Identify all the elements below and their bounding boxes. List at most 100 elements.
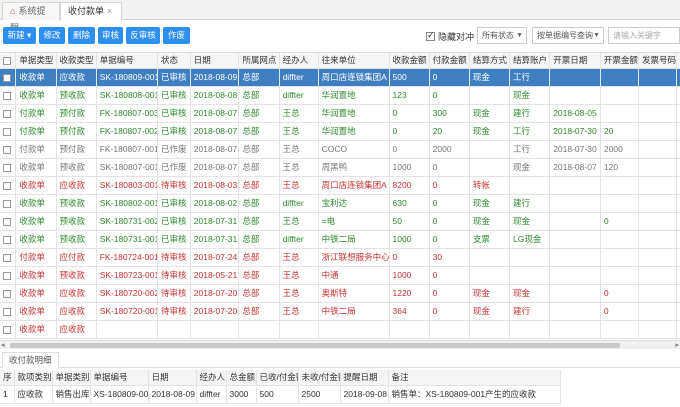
tab-receipt-payment[interactable]: 收付款单 × (60, 2, 122, 21)
table-row[interactable]: 付款单 应付款 FK-180724-001 待审核 2018-07-24 总部 王总 浙江联想… (0, 248, 680, 267)
row-checkbox[interactable] (3, 289, 11, 298)
close-icon[interactable]: × (107, 6, 112, 16)
row-checkbox[interactable] (3, 217, 11, 226)
row-select-cell[interactable] (0, 284, 17, 303)
row-select-cell[interactable] (0, 248, 17, 267)
table-row[interactable]: 收款单 预收款 SK-180731-002 已审核 2018-07-31 总部 王总 =电 50… (0, 212, 680, 231)
column-header[interactable]: 单据类型 (15, 53, 57, 69)
detail-column-header[interactable]: 款项类别 (14, 370, 53, 386)
detail-column-header[interactable]: 已收/付金额 (256, 370, 299, 386)
table-cell: 500 (389, 68, 430, 87)
table-row[interactable]: 收款单 预收款 SK-180731-001 已审核 2018-07-31 总部 diffte… (0, 230, 680, 249)
row-checkbox[interactable] (3, 325, 11, 334)
row-checkbox[interactable] (3, 253, 11, 262)
row-checkbox[interactable] (3, 199, 11, 208)
select-all-checkbox[interactable] (3, 57, 11, 65)
scroll-right-icon[interactable]: ▸ (675, 341, 679, 349)
row-select-cell[interactable] (0, 194, 17, 213)
table-row[interactable]: 收款单 应收款 SK-180720-002 待审核 2018-07-20 总部 王总 奥斯特 1… (0, 284, 680, 303)
scroll-left-icon[interactable]: ◂ (1, 341, 5, 349)
row-select-cell[interactable] (0, 230, 17, 249)
table-row[interactable]: 付款单 预付款 FK-180807-001 已作废 2018-08-07 总部 王总 COCO… (0, 140, 680, 159)
row-select-cell[interactable] (0, 104, 17, 123)
column-header[interactable]: 经办人 (279, 53, 319, 69)
detail-column-header[interactable]: 未收/付金额 (298, 370, 341, 386)
table-cell (638, 248, 678, 267)
row-select-cell[interactable] (0, 176, 17, 195)
table-row[interactable]: 收款单 预收款 SK-180723-001 待审核 2018-05-21 总部 王总 中通 10… (0, 266, 680, 285)
detail-column-header[interactable]: 总金额 (226, 370, 257, 386)
table-row[interactable]: 付款单 预付款 FK-180807-003 已审核 2018-08-07 总部 王总 华润置地… (0, 104, 680, 123)
column-header[interactable]: 收款类型 (56, 53, 97, 69)
detail-column-header[interactable]: 提醒日期 (340, 370, 389, 386)
column-header[interactable]: 收款金额 (389, 53, 430, 69)
row-select-cell[interactable] (0, 158, 17, 177)
table-cell: SK-180809-001 (96, 68, 159, 87)
column-header[interactable]: 状态 (157, 53, 191, 69)
row-select-cell[interactable] (0, 212, 17, 231)
row-checkbox[interactable] (3, 127, 11, 136)
column-header[interactable]: 付款金额 (429, 53, 470, 69)
select-all-cell[interactable] (0, 53, 17, 69)
table-cell: 付款单 (15, 248, 57, 267)
row-checkbox[interactable] (3, 181, 11, 190)
detail-column-header[interactable]: 单据编号 (90, 370, 149, 386)
row-select-cell[interactable] (0, 140, 17, 159)
table-row[interactable]: 收款单 应收款 SK-180720-001 待审核 2018-07-20 总部 王总 中铁二局… (0, 302, 680, 321)
column-header[interactable]: 往来单位 (318, 53, 390, 69)
edit-button[interactable]: 修改 (39, 27, 65, 44)
column-header[interactable]: 结算方式 (469, 53, 511, 69)
delete-button[interactable]: 删除 (68, 27, 95, 44)
query-mode-select[interactable]: 按单据编号查询 ▼ (532, 27, 604, 44)
column-header[interactable]: 所属网点 (238, 53, 280, 69)
horizontal-scrollbar[interactable]: ◂ ▸ (0, 340, 680, 349)
column-header[interactable]: 开票金额 (600, 53, 639, 69)
void-button[interactable]: 作废 (163, 27, 190, 44)
hide-offset-toggle[interactable]: 隐藏对冲 (426, 30, 474, 42)
row-checkbox[interactable] (3, 109, 11, 118)
column-header[interactable]: 结算账户 (509, 53, 551, 69)
row-checkbox[interactable] (3, 91, 11, 100)
row-checkbox[interactable] (3, 235, 11, 244)
detail-column-header[interactable]: 日期 (148, 370, 197, 386)
table-row[interactable]: 收款单 预收款 SK-180807-001 已作废 2018-08-07 总部 王总 周黑鸭 1… (0, 158, 680, 177)
tab-system-reminder[interactable]: ⌂系统提醒 (2, 2, 60, 33)
table-row[interactable]: 收款单 应收款 (0, 320, 680, 339)
column-header[interactable]: 单据编号 (96, 53, 159, 69)
column-header[interactable]: 发票号码 (638, 53, 678, 69)
row-select-cell[interactable] (0, 86, 17, 105)
table-row[interactable]: 收款单 应收款 SK-180803-001 待审核 2018-08-03 总部 王总 周口店连… (0, 176, 680, 195)
scrollbar-thumb[interactable] (10, 343, 620, 348)
row-checkbox[interactable] (3, 145, 11, 154)
row-select-cell[interactable] (0, 122, 17, 141)
detail-column-header[interactable]: 备注 (388, 370, 561, 386)
detail-column-header[interactable]: 序 (0, 370, 15, 386)
row-select-cell[interactable] (0, 266, 17, 285)
table-row[interactable]: 收款单 预收款 SK-180802-001 已审核 2018-08-02 总部 diffte… (0, 194, 680, 213)
detail-column-header[interactable]: 单据类别 (52, 370, 91, 386)
search-input[interactable]: 请输入关键字 (608, 27, 680, 44)
row-select-cell[interactable] (0, 320, 17, 339)
row-checkbox[interactable] (3, 271, 11, 280)
status-select[interactable]: 所有状态 ▼ (477, 27, 527, 44)
table-cell: SK-180808-001 (96, 86, 159, 105)
row-checkbox[interactable] (3, 307, 11, 316)
new-button[interactable]: 新建 ▾ (3, 27, 36, 44)
table-row[interactable]: 收款单 预收款 SK-180808-001 已审核 2018-08-08 总部 diffte… (0, 86, 680, 105)
audit-button[interactable]: 审核 (98, 27, 123, 44)
unaudit-button[interactable]: 反审核 (126, 27, 160, 44)
table-cell: 总部 (238, 248, 280, 267)
detail-row[interactable]: 1 应收款 销售出库 XS-180809-001 2018-08-09 diffter 30… (0, 385, 561, 404)
row-select-cell[interactable] (0, 68, 17, 87)
table-row[interactable]: 付款单 预付款 FK-180807-002 已审核 2018-08-07 总部 王总 华润置地… (0, 122, 680, 141)
table-row[interactable]: 收款单 应收款 SK-180809-001 已审核 2018-08-09 总部 diffte… (0, 68, 680, 87)
row-select-cell[interactable] (0, 302, 17, 321)
row-checkbox[interactable] (3, 163, 11, 172)
row-checkbox[interactable] (3, 73, 11, 82)
tab-detail[interactable]: 收付款明细 (2, 352, 59, 368)
column-header[interactable]: 发票类别 (676, 53, 680, 69)
column-header[interactable]: 日期 (190, 53, 240, 69)
column-header[interactable]: 开票日期 (549, 53, 601, 69)
detail-column-header[interactable]: 经办人 (196, 370, 227, 386)
hide-offset-checkbox[interactable] (426, 30, 435, 41)
